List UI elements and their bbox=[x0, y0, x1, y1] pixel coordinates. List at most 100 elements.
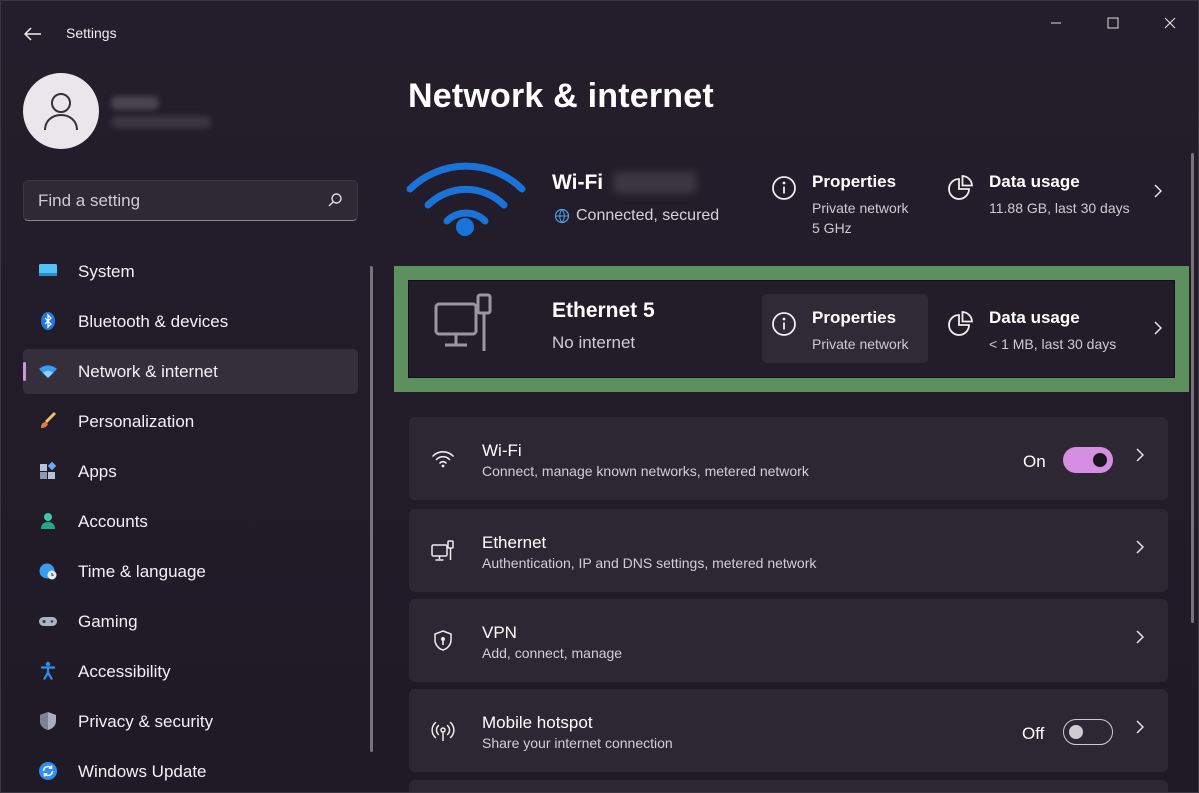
chevron-right-icon bbox=[1136, 720, 1144, 734]
sidebar-item-label: Windows Update bbox=[78, 761, 207, 781]
mobile-hotspot-toggle[interactable] bbox=[1063, 719, 1113, 745]
apps-icon bbox=[40, 461, 57, 479]
chevron-right-icon[interactable] bbox=[1154, 321, 1163, 340]
card-subtitle: Connect, manage known networks, metered … bbox=[482, 463, 809, 479]
sidebar-item-label: Bluetooth & devices bbox=[78, 311, 229, 331]
chevron-right-icon bbox=[1136, 540, 1144, 554]
properties-label: Properties bbox=[812, 172, 897, 191]
sidebar-item-personalization[interactable]: Personalization bbox=[23, 399, 358, 444]
close-button[interactable] bbox=[1147, 9, 1193, 37]
chevron-right-icon bbox=[1136, 630, 1144, 644]
sidebar-nav: System Bluetooth & devices Network & int… bbox=[23, 249, 358, 792]
ethernet-properties-link[interactable]: Properties Private network bbox=[770, 308, 908, 354]
user-info-redacted bbox=[111, 94, 221, 134]
wifi-ssid-redacted bbox=[613, 172, 697, 194]
sidebar-item-network[interactable]: Network & internet bbox=[23, 349, 358, 394]
pie-chart-icon bbox=[948, 175, 973, 200]
back-button[interactable] bbox=[19, 21, 47, 47]
hotspot-icon bbox=[431, 721, 455, 741]
main-scrollbar[interactable] bbox=[1191, 153, 1194, 623]
next-settings-card[interactable] bbox=[409, 780, 1168, 792]
card-title: Ethernet bbox=[482, 533, 547, 552]
sidebar-item-windows-update[interactable]: Windows Update bbox=[23, 749, 358, 792]
toggle-state-label: Off bbox=[1022, 724, 1045, 743]
sidebar-item-accessibility[interactable]: Accessibility bbox=[23, 649, 358, 694]
globe-clock-icon bbox=[39, 563, 57, 580]
ethernet-connection-status: No internet bbox=[552, 333, 636, 352]
data-usage-label: Data usage bbox=[989, 172, 1080, 191]
update-icon bbox=[39, 762, 57, 780]
card-title: Wi-Fi bbox=[482, 441, 522, 460]
search-input[interactable]: Find a setting bbox=[23, 180, 358, 221]
avatar[interactable] bbox=[23, 73, 99, 149]
ethernet-large-icon bbox=[434, 293, 492, 351]
person-icon bbox=[41, 513, 55, 529]
info-icon bbox=[772, 312, 796, 336]
wifi-connection-name: Wi-Fi bbox=[552, 171, 604, 194]
sidebar-item-label: Personalization bbox=[78, 411, 195, 431]
wifi-settings-card[interactable]: Wi-Fi Connect, manage known networks, me… bbox=[409, 417, 1168, 500]
maximize-icon bbox=[1107, 17, 1119, 29]
sidebar-item-system[interactable]: System bbox=[23, 249, 358, 294]
ethernet-icon bbox=[431, 540, 454, 561]
sidebar-scrollbar[interactable] bbox=[370, 266, 373, 752]
data-usage-label: Data usage bbox=[989, 308, 1080, 327]
maximize-button[interactable] bbox=[1090, 9, 1136, 37]
network-type: Private network bbox=[812, 336, 909, 352]
person-icon bbox=[44, 93, 78, 131]
sidebar-item-label: Accounts bbox=[78, 511, 148, 531]
ethernet-settings-card[interactable]: Ethernet Authentication, IP and DNS sett… bbox=[409, 509, 1168, 592]
wifi-icon bbox=[39, 365, 57, 378]
wifi-data-usage-link[interactable]: Data usage 11.88 GB, last 30 days bbox=[947, 172, 1130, 218]
close-icon bbox=[1164, 17, 1176, 29]
card-subtitle: Add, connect, manage bbox=[482, 645, 623, 661]
card-subtitle: Authentication, IP and DNS settings, met… bbox=[482, 555, 817, 571]
data-usage-value: 11.88 GB, last 30 days bbox=[989, 200, 1130, 216]
sidebar-item-gaming[interactable]: Gaming bbox=[23, 599, 358, 644]
title-bar: Settings bbox=[1, 1, 1198, 61]
wifi-icon bbox=[432, 451, 454, 468]
sidebar-item-label: System bbox=[78, 261, 135, 281]
info-icon bbox=[772, 176, 796, 200]
gamepad-icon bbox=[39, 617, 57, 626]
wifi-status-text: Connected, secured bbox=[576, 207, 720, 224]
properties-label: Properties bbox=[812, 308, 897, 327]
toggle-state-label: On bbox=[1023, 452, 1046, 471]
page-title: Network & internet bbox=[408, 77, 714, 115]
wifi-connection-status: Connected, secured bbox=[554, 207, 719, 225]
network-band: 5 GHz bbox=[812, 220, 852, 236]
app-title: Settings bbox=[66, 25, 117, 41]
minimize-icon bbox=[1051, 22, 1061, 24]
card-subtitle: Share your internet connection bbox=[482, 735, 673, 751]
vpn-settings-card[interactable]: VPN Add, connect, manage bbox=[409, 599, 1168, 682]
brush-icon bbox=[41, 411, 57, 428]
sidebar-item-time-language[interactable]: Time & language bbox=[23, 549, 358, 594]
mobile-hotspot-card[interactable]: Mobile hotspot Share your internet conne… bbox=[409, 689, 1168, 772]
card-title: Mobile hotspot bbox=[482, 713, 593, 732]
sidebar-item-accounts[interactable]: Accounts bbox=[23, 499, 358, 544]
sidebar-item-label: Gaming bbox=[78, 611, 138, 631]
sidebar-item-label: Apps bbox=[78, 461, 117, 481]
wifi-large-icon bbox=[406, 162, 526, 236]
wifi-toggle[interactable] bbox=[1063, 447, 1113, 473]
monitor-icon bbox=[39, 264, 57, 276]
sidebar-item-label: Time & language bbox=[78, 561, 206, 581]
network-type: Private network bbox=[812, 200, 909, 216]
wifi-properties-link[interactable]: Properties Private network 5 GHz bbox=[770, 172, 908, 238]
ethernet-data-usage-link[interactable]: Data usage < 1 MB, last 30 days bbox=[947, 308, 1116, 354]
sidebar-item-privacy-security[interactable]: Privacy & security bbox=[23, 699, 358, 744]
chevron-right-icon[interactable] bbox=[1154, 184, 1163, 203]
back-arrow-icon bbox=[24, 27, 41, 41]
vpn-shield-icon bbox=[434, 630, 452, 651]
search-icon bbox=[328, 193, 342, 207]
sidebar-item-label: Privacy & security bbox=[78, 711, 214, 731]
pie-chart-icon bbox=[948, 311, 973, 336]
settings-window: Settings Find a setting System Bluetooth… bbox=[0, 0, 1199, 793]
shield-icon bbox=[40, 712, 56, 730]
minimize-button[interactable] bbox=[1033, 9, 1079, 37]
sidebar-item-apps[interactable]: Apps bbox=[23, 449, 358, 494]
globe-icon bbox=[554, 208, 570, 224]
sidebar-item-label: Accessibility bbox=[78, 661, 171, 681]
sidebar-item-bluetooth[interactable]: Bluetooth & devices bbox=[23, 299, 358, 344]
chevron-right-icon bbox=[1136, 448, 1144, 462]
